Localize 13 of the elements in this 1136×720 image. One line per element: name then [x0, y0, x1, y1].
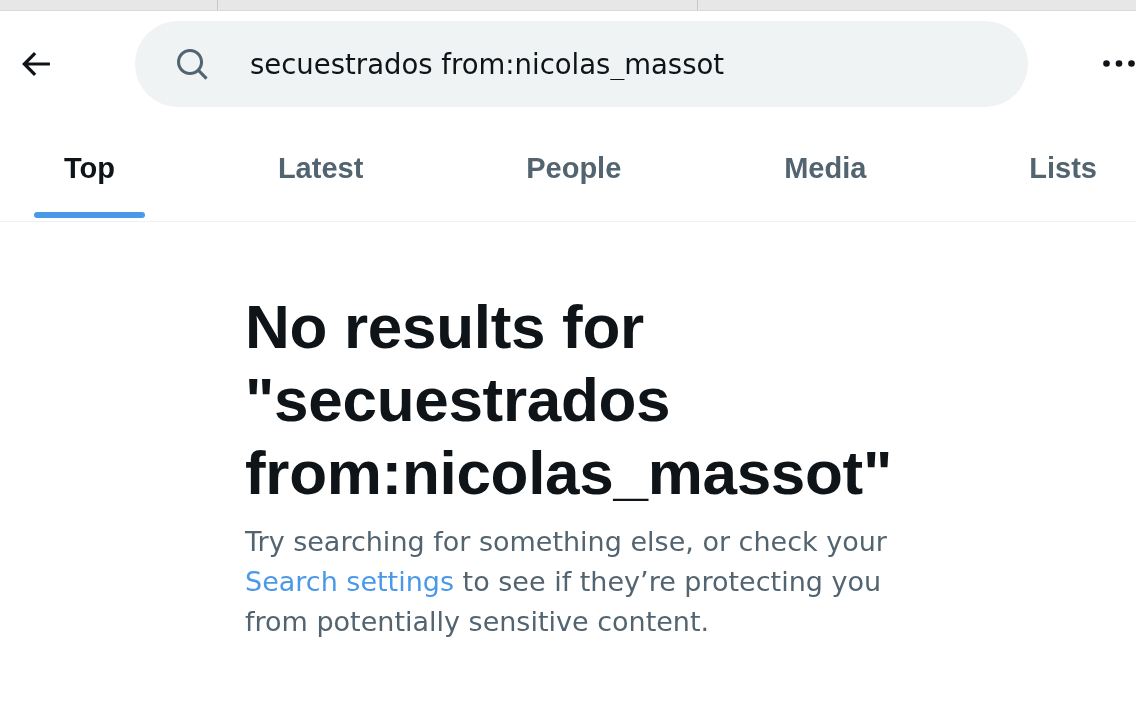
back-button[interactable] [22, 51, 50, 76]
no-results-heading: No results for "secuestrados from:nicolas_massot" [245, 291, 894, 509]
search-tip-text: Try searching for something else, or check your Search settings to see if they’re protecting you from potentially sensitive content. [245, 525, 888, 639]
tab[interactable]: Latest [247, 116, 394, 221]
back-arrow-icon [22, 51, 50, 76]
tab[interactable]: Lists [999, 116, 1127, 221]
more-button[interactable] [1103, 59, 1135, 68]
search-icon [177, 48, 208, 80]
tab[interactable]: People [496, 116, 652, 221]
tab[interactable]: Top [34, 116, 145, 221]
search-field[interactable]: secuestrados from:nicolas_massot [135, 20, 1028, 107]
tab[interactable]: Media [754, 116, 897, 221]
more-icon [1103, 60, 1135, 67]
